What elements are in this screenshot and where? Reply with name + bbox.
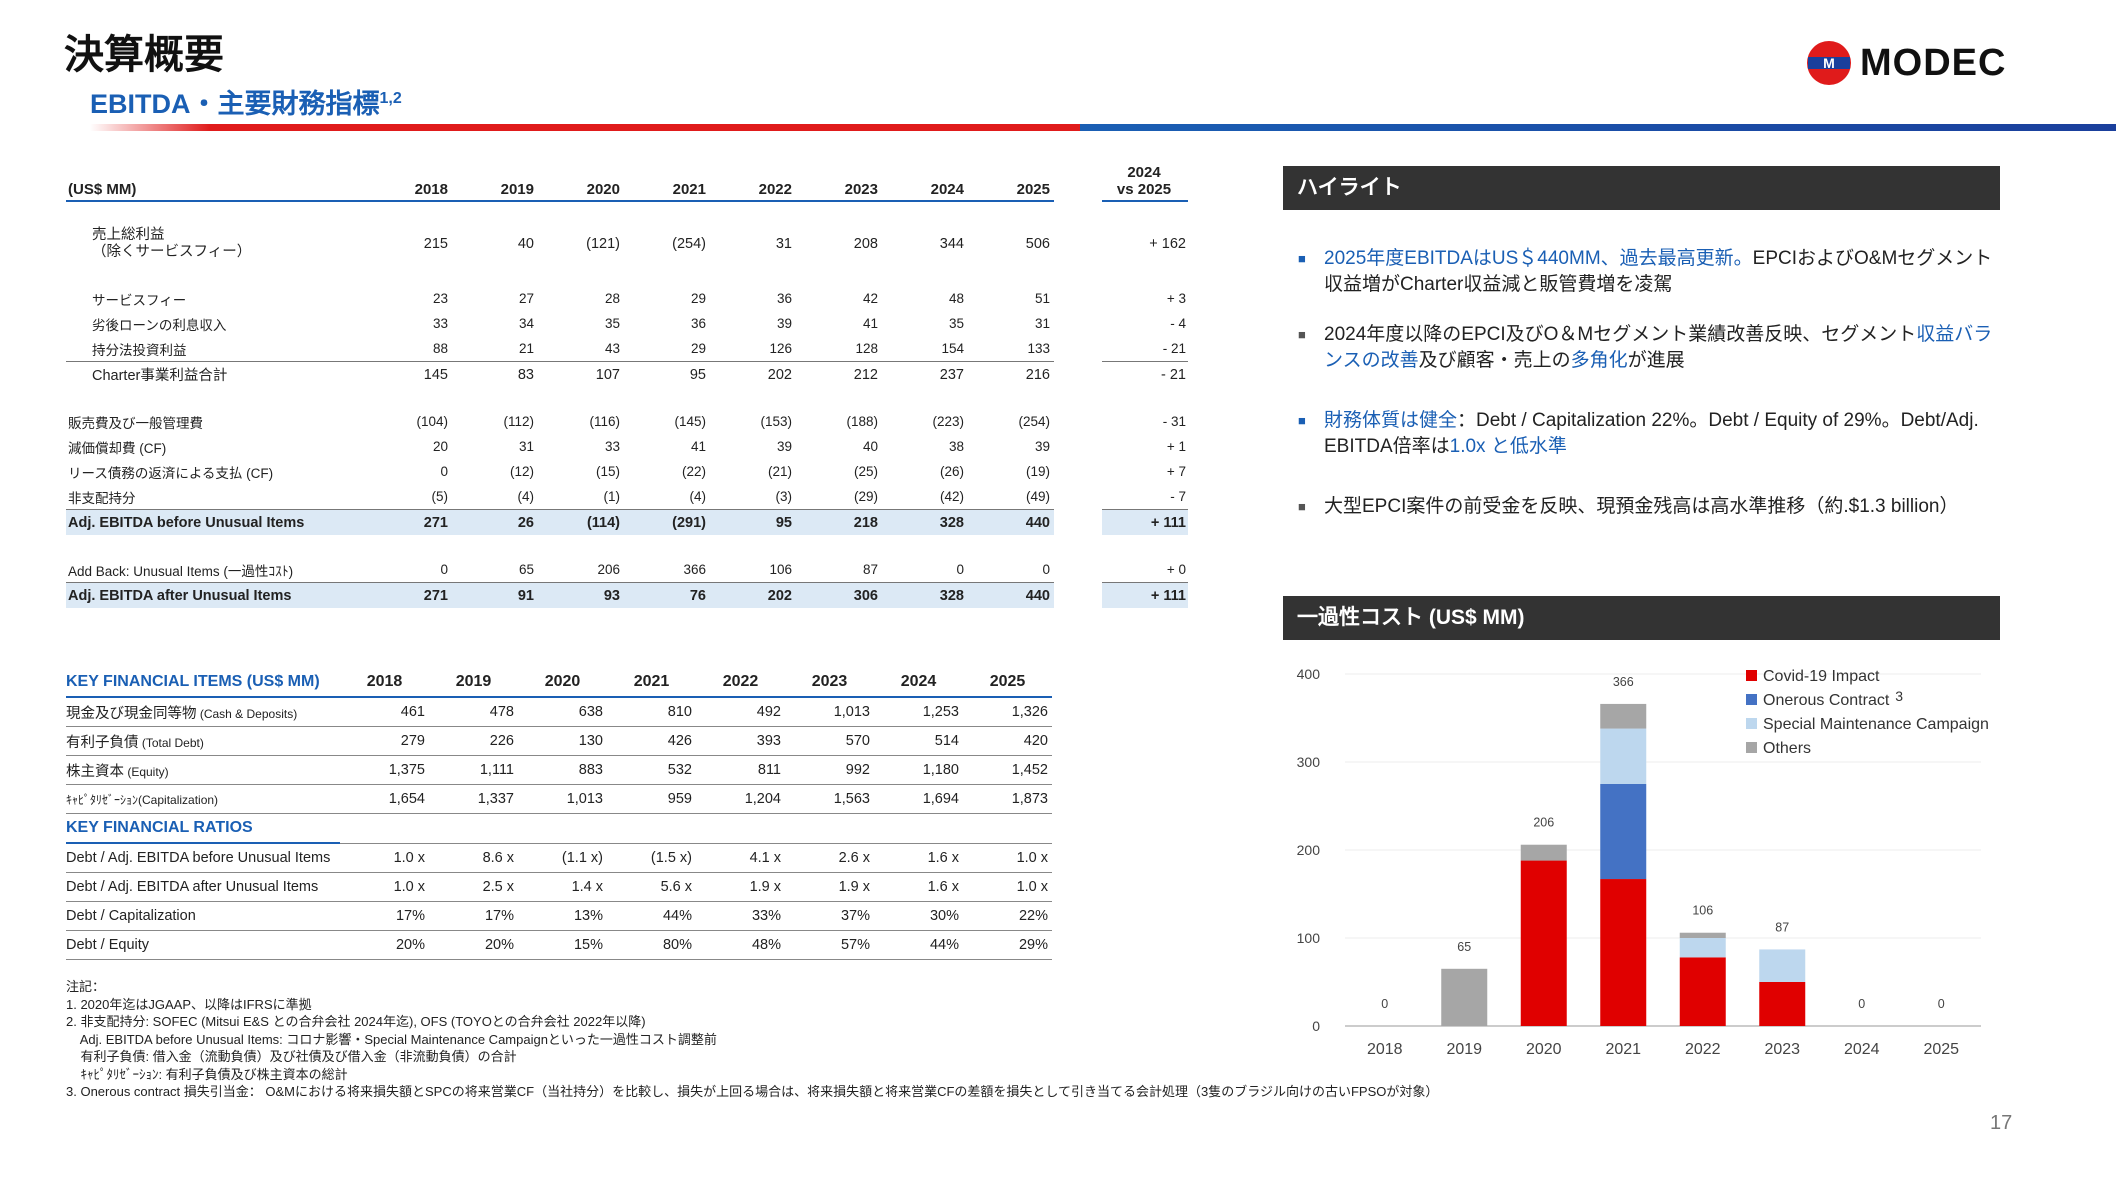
y-tick-label: 100 xyxy=(1297,930,1321,946)
table-row: リース債務の返済による支払 (CF) 0 (12) (15) (22) (21) (25)… xyxy=(68,464,1186,481)
x-tick-label: 2024 xyxy=(1844,1041,1880,1058)
bullet-square-icon: ■ xyxy=(1298,327,1306,342)
year-header: 2021 xyxy=(624,158,710,202)
table-row: Debt / Adj. EBITDA after Unusual Items 1… xyxy=(66,872,1052,902)
highlight-item: ■ 財務体質は健全：Debt / Capitalization 22%。Debt… xyxy=(1298,408,1998,460)
table-row-highlight: Adj. EBITDA after Unusual Items 271 91 93 7… xyxy=(66,582,1188,608)
bar-segment xyxy=(1441,968,1488,1026)
legend-label: Others xyxy=(1763,740,1811,757)
ebitda-table-header: (US$ MM) 2018 2019 2020 2021 2022 2023 2… xyxy=(66,158,1188,202)
key-financial-items-table: KEY FINANCIAL ITEMS (US$ MM) 2018 2019 202… xyxy=(66,668,1052,960)
modec-logo: M MODEC xyxy=(1806,38,2006,88)
ebitda-table: (US$ MM) 2018 2019 2020 2021 2022 2023 2… xyxy=(66,158,1188,608)
legend-label: Onerous Contract 3 xyxy=(1763,688,1903,709)
chart-header: 一過性コスト (US$ MM) xyxy=(1283,596,2000,640)
total-data-label: 0 xyxy=(1381,997,1388,1011)
table-row: 非支配持分 (5) (4) (1) (4) (3) (29) (42) (49) - 7 xyxy=(68,489,1186,506)
bullet-square-icon: ■ xyxy=(1298,413,1306,428)
y-tick-label: 0 xyxy=(1312,1018,1320,1034)
page-title: 決算概要 xyxy=(64,33,224,77)
legend-label: Special Maintenance Campaign xyxy=(1763,716,1989,733)
table-row: 販売費及び一般管理費 (104) (112) (116) (145) (153) (188… xyxy=(68,414,1186,431)
x-tick-label: 2021 xyxy=(1605,1041,1641,1058)
total-data-label: 106 xyxy=(1692,904,1713,918)
year-header: 2024 xyxy=(882,158,968,202)
header-divider-blue xyxy=(1080,124,2116,131)
table-row: Add Back: Unusual Items (一過性ｺｽﾄ) 0 65 206 3… xyxy=(68,562,1186,579)
x-tick-label: 2018 xyxy=(1367,1041,1403,1058)
total-data-label: 0 xyxy=(1858,997,1865,1011)
highlights-header: ハイライト xyxy=(1283,166,2000,210)
table-row: Debt / Equity 20% 20% 15% 80% 48% 57% 44% 29% xyxy=(66,930,1052,960)
unit-label: (US$ MM) xyxy=(66,158,366,202)
bullet-square-icon: ■ xyxy=(1298,251,1306,266)
table-row: サービスフィー 23 27 28 29 36 42 48 51 + 3 xyxy=(92,291,1186,308)
bar-segment xyxy=(1679,932,1726,938)
highlights-list: ■ 2025年度EBITDAはUS＄440MM、過去最高更新。EPCIおよびO&… xyxy=(1298,246,1998,544)
table-row: 減価償却費 (CF) 20 31 33 41 39 40 38 39 + 1 xyxy=(68,439,1186,456)
highlight-item: ■ 2024年度以降のEPCI及びO＆Mセグメント業績改善反映、セグメント収益バ… xyxy=(1298,322,1998,374)
table-row: 劣後ローンの利息収入 33 34 35 36 39 41 35 31- 4 xyxy=(92,316,1186,333)
total-data-label: 0 xyxy=(1938,997,1945,1011)
bar-segment xyxy=(1520,860,1567,1026)
table-row: Debt / Adj. EBITDA before Unusual Items … xyxy=(66,843,1052,873)
bar-segment xyxy=(1679,938,1726,958)
unusual-cost-chart: 0 100 200 300 400 0 2018 65 2019 206 2020 366 2021 10… xyxy=(1297,666,1989,1058)
logo-text: MODEC xyxy=(1860,41,2007,84)
kfi-header: KEY FINANCIAL ITEMS (US$ MM) 2018 2019 202… xyxy=(66,668,1052,698)
year-header: 2018 xyxy=(366,158,452,202)
table-row: ｷｬﾋﾟﾀﾘｾﾞｰｼｮﾝ(Capitalization) 1,654 1,337 1… xyxy=(66,784,1052,814)
x-tick-label: 2020 xyxy=(1526,1041,1562,1058)
year-header: 2020 xyxy=(538,158,624,202)
bar-segment xyxy=(1759,982,1806,1026)
page-subtitle: EBITDA・主要財務指標1,2 xyxy=(90,89,402,119)
modec-logo-icon: M xyxy=(1807,41,1851,85)
svg-text:M: M xyxy=(1823,55,1835,71)
y-tick-label: 400 xyxy=(1297,666,1321,682)
table-row: 現金及び現金同等物 (Cash & Deposits) 461 478 638 810… xyxy=(66,697,1052,727)
x-tick-label: 2023 xyxy=(1764,1041,1800,1058)
x-tick-label: 2019 xyxy=(1446,1041,1482,1058)
header-divider-red xyxy=(90,124,1090,131)
y-tick-label: 300 xyxy=(1297,754,1321,770)
delta-header: 2024 vs 2025 xyxy=(1102,158,1188,202)
bar-segment xyxy=(1759,949,1806,982)
highlight-item: ■ 2025年度EBITDAはUS＄440MM、過去最高更新。EPCIおよびO&… xyxy=(1298,246,1998,298)
table-row: Charter事業利益合計 145 83 107 95 202 212 237 216- 21 xyxy=(66,361,1188,387)
total-data-label: 206 xyxy=(1533,816,1554,830)
legend-swatch xyxy=(1746,718,1757,729)
bar-segment xyxy=(1600,879,1647,1026)
footnotes: 注記： 1. 2020年迄はJGAAP、以降はIFRSに準拠 2. 非支配持分:… xyxy=(66,979,1439,1099)
page-number: 17 xyxy=(1990,1112,2013,1134)
kfi-ratios-header: KEY FINANCIAL RATIOS xyxy=(66,813,1052,844)
table-row: Debt / Capitalization 17% 17% 13% 44% 33% 37%… xyxy=(66,901,1052,931)
x-tick-label: 2022 xyxy=(1685,1041,1721,1058)
total-data-label: 87 xyxy=(1775,920,1789,934)
bullet-square-icon: ■ xyxy=(1298,499,1306,514)
bar-segment xyxy=(1520,844,1567,861)
legend-label: Covid-19 Impact xyxy=(1763,668,1880,685)
year-header: 2023 xyxy=(796,158,882,202)
table-row: 持分法投資利益 88 21 43 29 126 128 154 133- 21 xyxy=(92,341,1186,358)
year-header: 2025 xyxy=(968,158,1054,202)
legend-swatch xyxy=(1746,694,1757,705)
year-header: 2022 xyxy=(710,158,796,202)
table-row: 有利子負債 (Total Debt) 279 226 130 426 393 570 514… xyxy=(66,726,1052,756)
legend-swatch xyxy=(1746,670,1757,681)
table-row-highlight: Adj. EBITDA before Unusual Items 271 26 (1… xyxy=(66,509,1188,535)
legend-swatch xyxy=(1746,742,1757,753)
year-header: 2019 xyxy=(452,158,538,202)
bar-segment xyxy=(1600,703,1647,729)
table-row: 売上総利益 （除くサービスフィー） 215 40 (121) (254) 31 2… xyxy=(92,227,1186,260)
bar-segment xyxy=(1679,957,1726,1026)
y-tick-label: 200 xyxy=(1297,842,1321,858)
x-tick-label: 2025 xyxy=(1923,1041,1959,1058)
total-data-label: 65 xyxy=(1457,940,1471,954)
bar-segment xyxy=(1600,784,1647,880)
highlight-item: ■ 大型EPCI案件の前受金を反映、現預金残高は高水準推移（約.$1.3 bil… xyxy=(1298,494,1998,520)
total-data-label: 366 xyxy=(1613,675,1634,689)
bar-segment xyxy=(1600,728,1647,784)
table-row: 株主資本 (Equity) 1,375 1,111 883 532 811 992 1,18… xyxy=(66,755,1052,785)
